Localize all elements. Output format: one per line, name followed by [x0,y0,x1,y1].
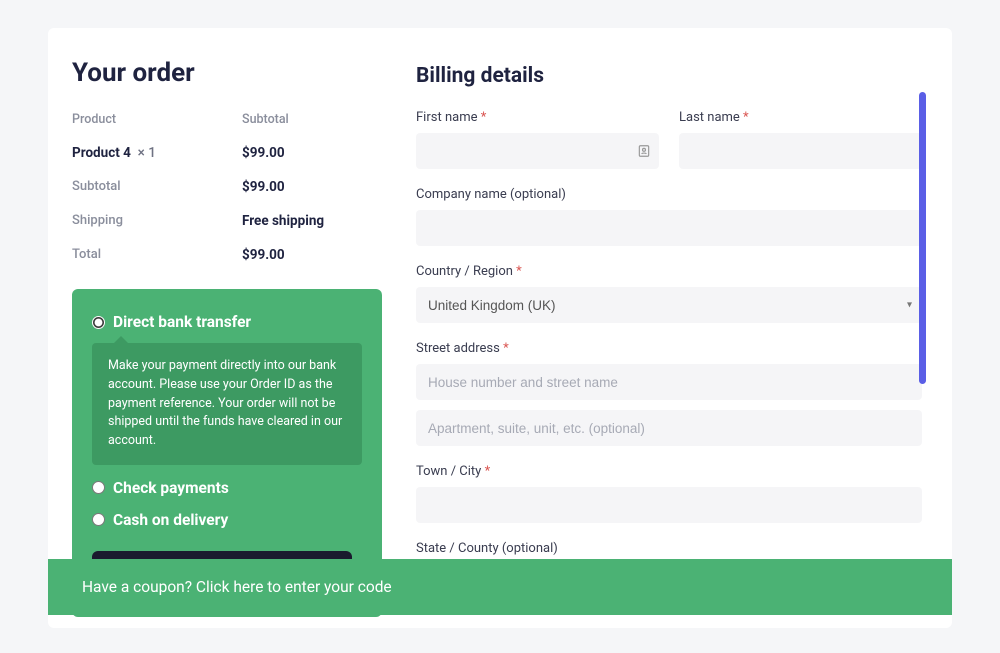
payment-label-bank[interactable]: Direct bank transfer [113,313,251,331]
payment-desc-bank: Make your payment directly into our bank… [92,343,362,465]
country-label: Country / Region * [416,264,922,279]
order-line-item: Product 4 × 1 $99.00 [72,139,382,173]
order-total-row: Total $99.00 [72,241,382,275]
order-header-subtotal: Subtotal [242,112,382,127]
billing-details-heading: Billing details [416,64,922,88]
total-value: $99.00 [242,247,382,263]
last-name-label: Last name * [679,110,922,125]
payment-radio-check[interactable] [92,481,105,494]
last-name-field[interactable] [679,133,922,169]
first-name-label: First name * [416,110,659,125]
line-item-price: $99.00 [242,145,382,161]
payment-option-check[interactable]: Check payments [92,479,362,497]
town-city-label: Town / City * [416,464,922,479]
line-item-name: Product 4 [72,145,131,161]
payment-option-bank[interactable]: Direct bank transfer [92,313,362,331]
order-header-product: Product [72,112,242,127]
subtotal-value: $99.00 [242,179,382,195]
payment-option-cod[interactable]: Cash on delivery [92,511,362,529]
order-shipping-row: Shipping Free shipping [72,207,382,241]
payment-radio-cod[interactable] [92,513,105,526]
street-address-2-field[interactable] [416,410,922,446]
payment-label-check[interactable]: Check payments [113,479,229,497]
state-county-label: State / County (optional) [416,541,922,556]
coupon-toggle-bar[interactable]: Have a coupon? Click here to enter your … [48,559,952,615]
street-address-1-field[interactable] [416,364,922,400]
company-name-field[interactable] [416,210,922,246]
payment-label-cod[interactable]: Cash on delivery [113,511,228,529]
first-name-field[interactable] [416,133,659,169]
your-order-heading: Your order [72,58,382,88]
company-name-label: Company name (optional) [416,187,922,202]
order-summary-table: Product Subtotal Product 4 × 1 $99.00 Su… [72,106,382,275]
line-item-qty: × 1 [138,145,156,161]
contact-card-icon [637,144,651,158]
country-select[interactable] [416,287,922,323]
total-label: Total [72,247,242,263]
subtotal-label: Subtotal [72,179,242,195]
street-address-label: Street address * [416,341,922,356]
shipping-value: Free shipping [242,213,382,229]
payment-radio-bank[interactable] [92,316,105,329]
shipping-label: Shipping [72,213,242,229]
order-subtotal-row: Subtotal $99.00 [72,173,382,207]
scrollbar[interactable] [919,92,926,384]
town-city-field[interactable] [416,487,922,523]
